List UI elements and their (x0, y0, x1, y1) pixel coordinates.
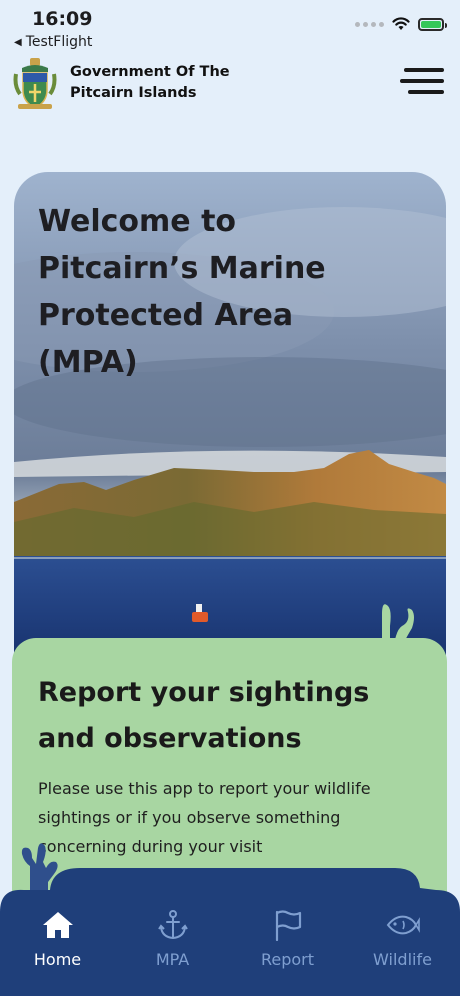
hero-title: Welcome to Pitcairn’s Marine Protected A… (38, 204, 326, 380)
nav-wildlife-label: Wildlife (373, 950, 432, 969)
nav-mpa[interactable]: MPA (123, 908, 223, 969)
bottom-navigation: Home MPA Report Wildlife (0, 868, 460, 996)
wifi-icon (392, 17, 410, 30)
back-triangle-icon: ◀ (14, 36, 22, 48)
fish-icon (386, 915, 420, 935)
anchor-icon (157, 910, 188, 940)
back-to-app-link[interactable]: ◀ TestFlight (14, 34, 92, 50)
menu-line-icon (400, 79, 444, 83)
card-description: Please use this app to report your wildl… (38, 779, 371, 856)
nav-report-label: Report (260, 950, 315, 969)
menu-button[interactable] (400, 66, 444, 98)
nav-home-label: Home (33, 950, 82, 969)
status-bar: 16:09 ◀ TestFlight (0, 0, 460, 52)
home-icon (42, 912, 73, 938)
card-title: Report your sightings and observations (38, 677, 370, 754)
signal-dots-icon (355, 21, 384, 27)
status-indicators (355, 17, 447, 31)
org-title: Government Of The Pitcairn Islands (70, 64, 230, 101)
menu-line-icon (408, 90, 444, 94)
nav-home[interactable]: Home (8, 908, 108, 969)
nav-report[interactable]: Report (238, 908, 338, 969)
status-time: 16:09 (32, 8, 93, 30)
back-app-label: TestFlight (25, 34, 93, 50)
app-header: Government Of The Pitcairn Islands (0, 56, 460, 116)
menu-line-icon (404, 68, 444, 72)
nav-wildlife[interactable]: Wildlife (353, 908, 453, 969)
flag-icon (275, 910, 301, 941)
coat-of-arms-logo (13, 58, 57, 109)
battery-icon (418, 17, 447, 31)
nav-mpa-label: MPA (155, 950, 190, 969)
